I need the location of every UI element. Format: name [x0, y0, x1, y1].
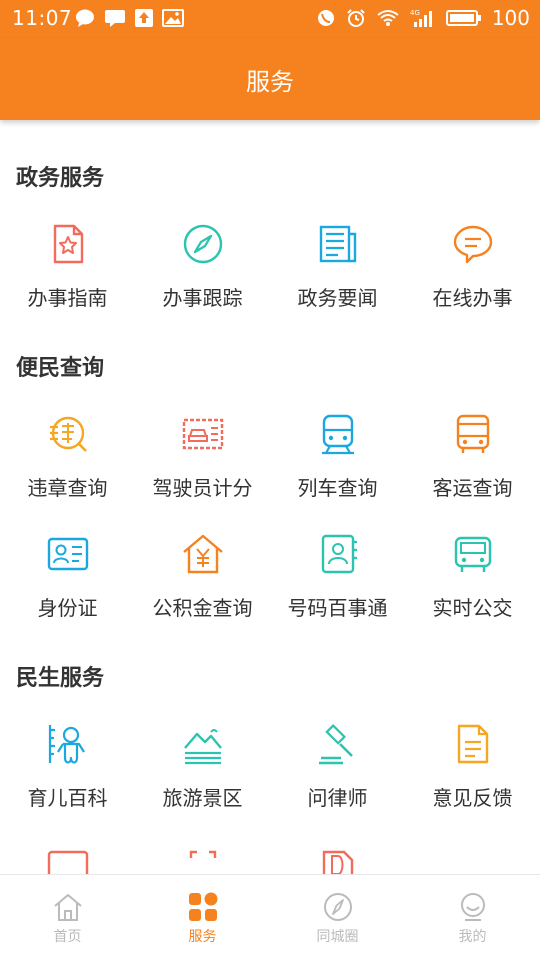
chat-icon: [105, 10, 125, 27]
home-icon: [53, 894, 82, 921]
service-item-online[interactable]: 在线办事: [405, 220, 540, 330]
service-item-lawyer[interactable]: 问律师: [270, 720, 405, 830]
upload-icon: [135, 9, 153, 27]
compass-icon: [183, 224, 222, 264]
service-item-guide[interactable]: 办事指南: [0, 220, 135, 330]
grid-row-partial: [0, 842, 540, 874]
guide-icon: [53, 224, 83, 264]
section-title-livelihood: 民生服务: [16, 666, 105, 691]
service-item-bus[interactable]: 实时公交: [405, 530, 540, 640]
service-item-violation[interactable]: 违章查询: [0, 410, 135, 520]
tab-profile[interactable]: 我的: [405, 875, 540, 961]
tab-label: 同城圈: [316, 929, 359, 945]
landscape-icon: [183, 729, 222, 765]
service-label: 身份证: [37, 596, 98, 620]
document-icon: [322, 850, 353, 874]
driver-card-icon: [182, 418, 223, 450]
service-item-partial[interactable]: [270, 842, 405, 874]
service-label: 列车查询: [297, 476, 378, 500]
image-icon: [162, 9, 184, 27]
bottom-tab-bar: 首页 服务 同城圈 我的: [0, 874, 540, 961]
message-bubble-icon: [76, 9, 94, 27]
service-item-feedback[interactable]: 意见反馈: [405, 720, 540, 830]
battery-icon: [445, 10, 481, 26]
service-item-parenting[interactable]: 育儿百科: [0, 720, 135, 830]
service-label: 违章查询: [27, 476, 108, 500]
notification-icons: [74, 8, 184, 28]
card-icon: [47, 850, 88, 874]
feedback-doc-icon: [457, 724, 488, 764]
tab-label: 服务: [188, 929, 217, 945]
tab-city-circle[interactable]: 同城圈: [270, 875, 405, 961]
id-card-icon: [47, 537, 88, 571]
section-title-government: 政务服务: [16, 166, 105, 191]
service-label: 办事跟踪: [162, 286, 243, 310]
violation-search-icon: [49, 416, 87, 452]
services-grid-icon: [188, 892, 217, 921]
compass-icon: [323, 893, 352, 921]
train-icon: [321, 414, 354, 455]
tab-services[interactable]: 服务: [135, 875, 270, 961]
battery-level: 100: [491, 6, 530, 30]
service-label: 客运查询: [432, 476, 513, 500]
service-label: 育儿百科: [27, 786, 108, 810]
service-item-coach[interactable]: 客运查询: [405, 410, 540, 520]
service-item-directory[interactable]: 号码百事通: [270, 530, 405, 640]
contacts-book-icon: [321, 534, 357, 574]
header-bar: 服务: [0, 38, 540, 120]
scan-icon: [189, 850, 216, 858]
tab-label: 我的: [458, 929, 487, 945]
page-title: 服务: [246, 67, 294, 96]
service-item-driver-points[interactable]: 驾驶员计分: [135, 410, 270, 520]
news-icon: [319, 225, 356, 263]
service-label: 旅游景区: [162, 786, 243, 810]
service-item-partial[interactable]: [135, 842, 270, 874]
grid-row: 身份证 公积金查询 号码百事通 实时公交: [0, 530, 540, 640]
signal-icon: 4G: [410, 9, 432, 27]
section-title-convenience: 便民查询: [16, 356, 105, 381]
tab-label: 首页: [53, 929, 82, 945]
baby-icon: [48, 725, 85, 764]
service-item-tourism[interactable]: 旅游景区: [135, 720, 270, 830]
service-label: 问律师: [307, 786, 368, 810]
service-label: 意见反馈: [432, 786, 513, 810]
fund-house-icon: [182, 534, 223, 574]
status-bar: 11:07 4G 100: [0, 0, 540, 38]
grid-row: 育儿百科 旅游景区 问律师 意见反馈: [0, 720, 540, 830]
service-label: 实时公交: [432, 596, 513, 620]
service-item-id-card[interactable]: 身份证: [0, 530, 135, 640]
status-right: 4G 100: [316, 6, 530, 30]
tab-home[interactable]: 首页: [0, 875, 135, 961]
alarm-phone-icon: [317, 10, 334, 26]
service-item-tracking[interactable]: 办事跟踪: [135, 220, 270, 330]
grid-row: 办事指南 办事跟踪 政务要闻 在线办事: [0, 220, 540, 330]
service-item-housing-fund[interactable]: 公积金查询: [135, 530, 270, 640]
alarm-clock-icon: [347, 9, 365, 27]
service-label: 办事指南: [27, 286, 108, 310]
service-item-train[interactable]: 列车查询: [270, 410, 405, 520]
bus-icon: [454, 536, 491, 572]
chat-icon: [453, 225, 492, 264]
wifi-icon: [377, 10, 399, 26]
service-label: 政务要闻: [297, 286, 378, 310]
service-label: 公积金查询: [152, 596, 253, 620]
svg-text:4G: 4G: [410, 9, 420, 17]
service-item-partial[interactable]: [0, 842, 135, 874]
profile-icon: [460, 893, 485, 921]
status-time: 11:07: [12, 6, 73, 30]
coach-icon: [456, 414, 489, 453]
service-label: 驾驶员计分: [152, 476, 253, 500]
service-item-news[interactable]: 政务要闻: [270, 220, 405, 330]
services-content[interactable]: 政务服务 办事指南 办事跟踪 政务要闻 在线办事 便民查询 违章查询 驾驶员计分: [0, 120, 540, 874]
gavel-icon: [318, 722, 353, 765]
grid-row: 违章查询 驾驶员计分 列车查询 客运查询: [0, 410, 540, 520]
service-label: 在线办事: [432, 286, 513, 310]
service-label: 号码百事通: [287, 596, 388, 620]
